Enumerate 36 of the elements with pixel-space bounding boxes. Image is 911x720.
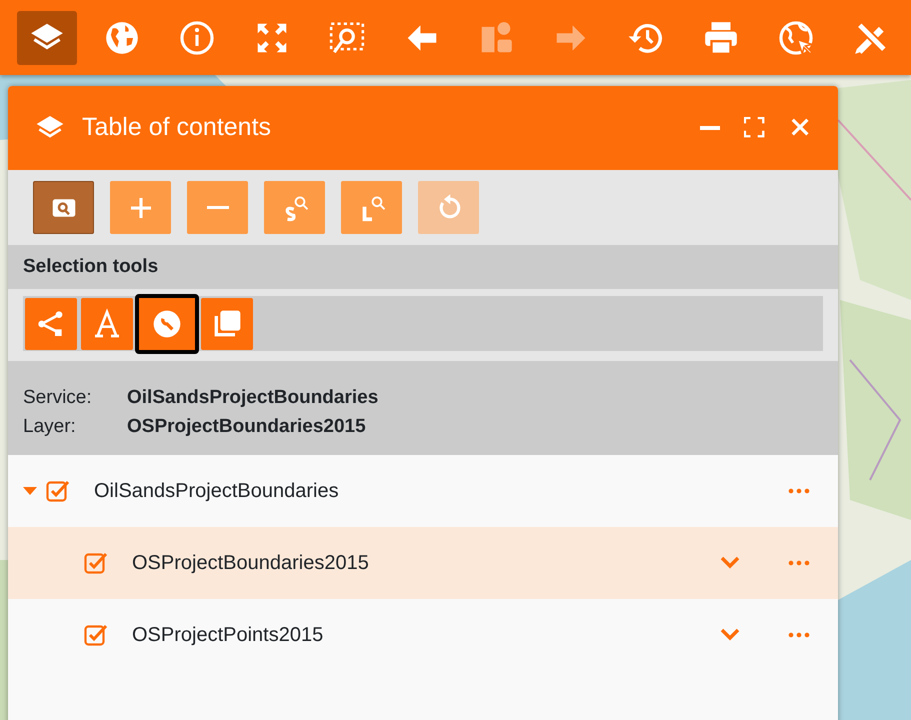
expand-toggle[interactable] — [22, 486, 38, 496]
more-icon — [788, 559, 810, 567]
expand-button[interactable] — [720, 556, 740, 570]
globe-cursor-icon — [777, 18, 816, 56]
minimize-icon — [700, 126, 720, 130]
info-value: OSProjectBoundaries2015 — [127, 415, 366, 439]
selection-tool-button[interactable] — [137, 296, 197, 352]
minus-icon — [206, 206, 228, 209]
info-value: OilSandsProjectBoundaries — [127, 386, 378, 410]
more-button[interactable] — [788, 631, 810, 639]
maximize-button[interactable] — [744, 116, 766, 140]
layer-name: OilSandsProjectBoundaries — [93, 479, 339, 504]
info-label: Layer: — [23, 415, 77, 439]
tool-button[interactable] — [33, 181, 94, 234]
wrench-icon — [151, 308, 183, 340]
more-button[interactable] — [788, 559, 810, 567]
panel-title: Table of contents — [82, 112, 272, 144]
layer-row[interactable]: OilSandsProjectBoundaries — [8, 455, 838, 527]
info-label: Service: — [23, 386, 93, 410]
checked-checkbox[interactable] — [84, 551, 108, 575]
checked-checkbox[interactable] — [84, 623, 108, 647]
chevron-down-icon — [720, 556, 740, 570]
layer-name: OSProjectBoundaries2015 — [131, 551, 369, 576]
layer-row[interactable]: OSProjectPoints2015 — [8, 599, 838, 671]
more-icon — [788, 631, 810, 639]
toolbar-button[interactable] — [17, 10, 77, 64]
maximize-icon — [744, 116, 766, 139]
checked-checkbox[interactable] — [46, 479, 70, 503]
section-title: Selection tools — [23, 254, 158, 279]
more-button[interactable] — [788, 487, 810, 495]
layer-row[interactable]: OSProjectBoundaries2015 — [8, 527, 838, 599]
chevron-down-icon — [720, 628, 740, 642]
more-icon — [788, 487, 810, 495]
layer-name: OSProjectPoints2015 — [131, 623, 324, 648]
info-icon — [178, 18, 216, 56]
expand-button[interactable] — [720, 628, 740, 642]
